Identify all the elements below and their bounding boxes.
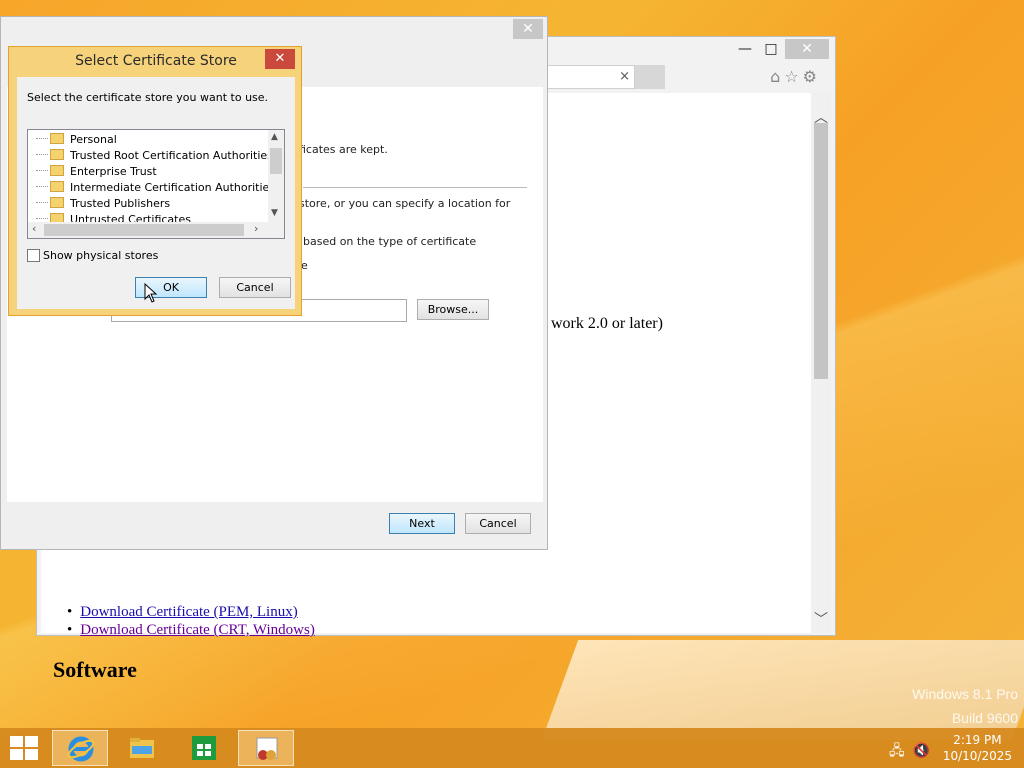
- taskbar-certificate-wizard[interactable]: [238, 730, 294, 766]
- new-tab-button[interactable]: [635, 65, 665, 89]
- folder-icon: [50, 181, 64, 192]
- mouse-cursor-icon: [144, 283, 158, 303]
- browse-button[interactable]: Browse...: [417, 299, 489, 320]
- os-watermark-build: Build 9600: [951, 710, 1018, 726]
- folder-icon: [50, 197, 64, 208]
- list-item: Download Certificate (PEM, Linux): [80, 603, 315, 621]
- ie-vertical-scrollbar[interactable]: ︿ ﹀: [811, 93, 831, 633]
- store-icon: [192, 736, 216, 760]
- tree-item-intermediate[interactable]: Intermediate Certification Authorities: [36, 180, 275, 196]
- download-pem-link[interactable]: Download Certificate (PEM, Linux): [80, 604, 297, 620]
- ie-tab[interactable]: ×: [547, 65, 635, 89]
- tab-close-icon[interactable]: ×: [619, 69, 630, 84]
- taskbar-file-explorer[interactable]: [114, 730, 170, 766]
- ie-close-button[interactable]: ✕: [785, 39, 829, 59]
- ie-toolbar-icons: ⌂☆⚙: [770, 67, 821, 86]
- chevron-down-icon[interactable]: ▼: [271, 208, 278, 218]
- taskbar: 🖧🔇 2:19 PM 10/10/2025: [0, 728, 1024, 768]
- dialog-prompt: Select the certificate store you want to…: [27, 91, 269, 104]
- wizard-cancel-button[interactable]: Cancel: [465, 513, 531, 534]
- page-partial-text: work 2.0 or later): [551, 315, 663, 332]
- software-heading: Software: [53, 657, 137, 682]
- folder-icon: [130, 738, 154, 758]
- wizard-close-button[interactable]: ✕: [513, 19, 543, 39]
- chevron-right-icon[interactable]: ›: [254, 222, 258, 235]
- tree-item-enterprise-trust[interactable]: Enterprise Trust: [36, 164, 157, 180]
- favorites-star-icon[interactable]: ☆: [784, 67, 802, 86]
- gear-icon[interactable]: ⚙: [803, 67, 821, 86]
- tree-item-personal[interactable]: Personal: [36, 132, 117, 148]
- taskbar-internet-explorer[interactable]: [52, 730, 108, 766]
- tree-item-trusted-publishers[interactable]: Trusted Publishers: [36, 196, 170, 212]
- dialog-title: Select Certificate Store: [75, 53, 237, 69]
- clock[interactable]: 2:19 PM 10/10/2025: [943, 732, 1012, 764]
- home-icon[interactable]: ⌂: [770, 67, 784, 86]
- chevron-up-icon[interactable]: ▲: [271, 132, 278, 142]
- dialog-close-button[interactable]: ✕: [265, 49, 295, 69]
- show-physical-stores-checkbox[interactable]: [27, 249, 40, 262]
- wizard-text-line: store, or you can specify a location for: [299, 197, 511, 210]
- scroll-thumb[interactable]: [270, 148, 282, 174]
- os-watermark-edition: Windows 8.1 Pro: [912, 686, 1018, 702]
- folder-icon: [50, 149, 64, 160]
- clock-date: 10/10/2025: [942, 749, 1012, 763]
- certificate-store-tree[interactable]: Personal Trusted Root Certification Auth…: [27, 129, 285, 239]
- maximize-button[interactable]: □: [757, 39, 785, 59]
- clock-time: 2:19 PM: [953, 733, 1002, 747]
- volume-muted-icon[interactable]: 🔇: [913, 743, 938, 759]
- wizard-text-line: based on the type of certificate: [303, 235, 477, 248]
- download-link-list: Download Certificate (PEM, Linux) Downlo…: [80, 603, 315, 639]
- system-tray-icons: 🖧🔇: [889, 740, 938, 764]
- minimize-button[interactable]: —: [731, 39, 759, 59]
- tree-vertical-scrollbar[interactable]: ▲ ▼: [268, 130, 284, 222]
- wizard-text-line: ficates are kept.: [299, 143, 388, 156]
- scroll-thumb[interactable]: [44, 224, 244, 236]
- divider: [303, 187, 527, 188]
- select-certificate-store-dialog: Select Certificate Store ✕ Select the ce…: [8, 46, 302, 316]
- next-button[interactable]: Next: [389, 513, 455, 534]
- dialog-cancel-button[interactable]: Cancel: [219, 277, 291, 298]
- chevron-left-icon[interactable]: ‹: [32, 222, 36, 235]
- certificate-icon: [256, 737, 278, 760]
- network-icon[interactable]: 🖧: [889, 743, 913, 759]
- tree-item-trusted-root[interactable]: Trusted Root Certification Authorities: [36, 148, 273, 164]
- download-crt-link[interactable]: Download Certificate (CRT, Windows): [80, 622, 315, 638]
- start-button[interactable]: [10, 736, 38, 760]
- scroll-down-icon[interactable]: ﹀: [814, 609, 828, 629]
- wizard-text-line: e: [301, 259, 308, 272]
- show-physical-stores-label: Show physical stores: [43, 249, 159, 262]
- folder-icon: [50, 133, 64, 144]
- list-item: Download Certificate (CRT, Windows): [80, 621, 315, 639]
- dialog-client-area: Select the certificate store you want to…: [17, 77, 295, 309]
- taskbar-store[interactable]: [176, 730, 232, 766]
- tree-horizontal-scrollbar[interactable]: ‹ ›: [28, 222, 284, 238]
- internet-explorer-icon: [67, 736, 95, 762]
- folder-icon: [50, 165, 64, 176]
- scroll-thumb[interactable]: [814, 123, 828, 379]
